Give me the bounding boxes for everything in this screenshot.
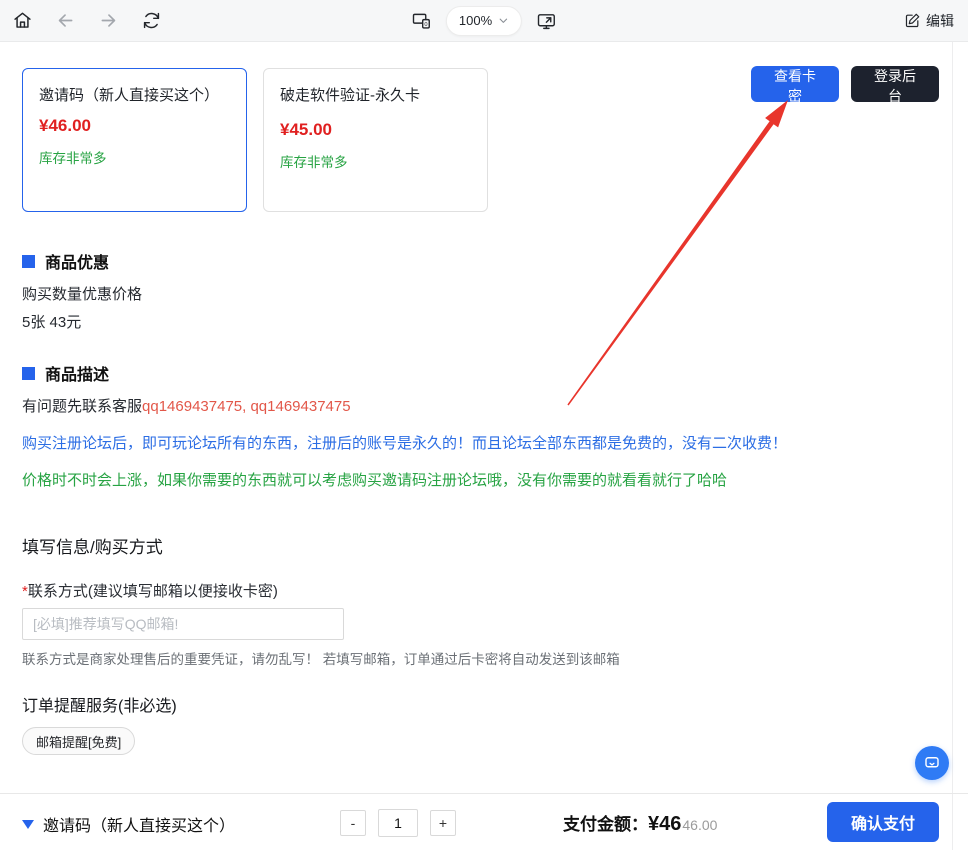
- open-in-new-window-icon[interactable]: [536, 10, 557, 31]
- page-content: 邀请码（新人直接买这个） ¥46.00 库存非常多 破走软件验证-永久卡 ¥45…: [0, 42, 968, 850]
- payment-total-decimal: 46.00: [682, 817, 717, 833]
- product-card-invite-code[interactable]: 邀请码（新人直接买这个） ¥46.00 库存非常多: [22, 68, 247, 212]
- promo-line2: 5张 43元: [22, 311, 81, 332]
- quantity-decrease-button[interactable]: -: [340, 810, 366, 836]
- email-reminder-chip[interactable]: 邮箱提醒[免费]: [22, 727, 135, 755]
- browser-toolbar: 0 100% 编辑: [0, 0, 968, 42]
- zoom-level-value: 100%: [459, 13, 492, 28]
- product-title: 邀请码（新人直接买这个）: [39, 84, 230, 107]
- product-card-software-key[interactable]: 破走软件验证-永久卡 ¥45.00 库存非常多: [263, 68, 488, 212]
- chevron-down-icon: [498, 15, 509, 26]
- quantity-increase-button[interactable]: +: [430, 810, 456, 836]
- toolbar-nav-group: [0, 10, 162, 31]
- admin-login-button[interactable]: 登录后台: [851, 66, 939, 102]
- description-line-blue: 购买注册论坛后，即可玩论坛所有的东西，注册后的账号是永久的！而且论坛全部东西都是…: [22, 432, 952, 453]
- forward-icon[interactable]: [98, 10, 119, 31]
- product-price: ¥46.00: [39, 116, 230, 136]
- product-stock: 库存非常多: [39, 147, 230, 167]
- promo-section-heading: 商品优惠: [22, 249, 109, 273]
- product-title: 破走软件验证-永久卡: [280, 84, 471, 107]
- product-price: ¥45.00: [280, 120, 471, 140]
- promo-heading-label: 商品优惠: [45, 249, 109, 273]
- payment-total-label: 支付金额：: [563, 810, 648, 835]
- customer-service-chat-button[interactable]: [915, 746, 949, 780]
- notify-heading: 订单提醒服务(非必选): [22, 692, 177, 716]
- contact-field-label: *联系方式(建议填写邮箱以便接收卡密): [22, 580, 278, 601]
- zoom-level-dropdown[interactable]: 100%: [446, 6, 522, 36]
- selected-product-summary[interactable]: 邀请码（新人直接买这个）: [22, 812, 235, 836]
- confirm-pay-button[interactable]: 确认支付: [827, 802, 939, 842]
- responsive-device-icon[interactable]: 0: [411, 10, 432, 31]
- selected-product-name: 邀请码（新人直接买这个）: [43, 812, 235, 836]
- svg-text:0: 0: [424, 22, 427, 28]
- refresh-icon[interactable]: [141, 10, 162, 31]
- form-heading: 填写信息/购买方式: [22, 533, 163, 558]
- promo-line1: 购买数量优惠价格: [22, 283, 142, 304]
- edit-label: 编辑: [926, 11, 954, 31]
- payment-total: 支付金额： ¥46 46.00: [563, 810, 717, 836]
- contact-qq-numbers: qq1469437475, qq1469437475: [142, 398, 351, 415]
- payment-total-amount: ¥46: [648, 813, 681, 836]
- back-icon[interactable]: [55, 10, 76, 31]
- view-card-key-button[interactable]: 查看卡密: [751, 66, 839, 102]
- home-icon[interactable]: [12, 10, 33, 31]
- product-stock: 库存非常多: [280, 151, 471, 171]
- description-heading-label: 商品描述: [45, 361, 109, 385]
- checkout-bar: 邀请码（新人直接买这个） - + 支付金额： ¥46 46.00 确认支付: [0, 794, 968, 850]
- chat-bubble-icon: [923, 754, 941, 772]
- quantity-stepper: - +: [340, 809, 456, 837]
- collapse-triangle-icon: [22, 820, 34, 829]
- blue-square-icon: [22, 367, 35, 380]
- right-divider: [952, 42, 953, 850]
- blue-square-icon: [22, 255, 35, 268]
- contact-service-line: 有问题先联系客服qq1469437475, qq1469437475: [22, 395, 351, 416]
- edit-pencil-icon: [904, 12, 921, 29]
- contact-help-text: 联系方式是商家处理售后的重要凭证，请勿乱写！ 若填写邮箱，订单通过后卡密将自动发…: [22, 648, 620, 668]
- description-section-heading: 商品描述: [22, 361, 109, 385]
- toolbar-view-group: 0 100%: [411, 6, 557, 36]
- contact-input[interactable]: [22, 608, 344, 640]
- description-line-green: 价格时不时会上涨，如果你需要的东西就可以考虑购买邀请码注册论坛哦，没有你需要的就…: [22, 469, 952, 490]
- edit-button[interactable]: 编辑: [904, 11, 954, 31]
- quantity-input[interactable]: [378, 809, 418, 837]
